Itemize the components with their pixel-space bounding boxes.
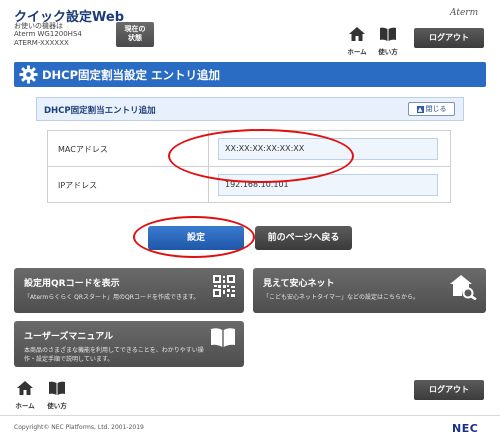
back-button[interactable]: 前のページへ戻る: [255, 226, 352, 250]
chevron-up-icon: ▲: [416, 105, 424, 113]
qr-tile-desc: 「Atermらくらく QRスタート」用のQRコードを作成できます。: [24, 294, 200, 301]
safe-tile-desc: 「こども安心ネットタイマー」などの設定はこちらから。: [263, 294, 420, 301]
page-title-bar: DHCP固定割当設定 エントリ追加: [14, 62, 486, 87]
section-title: DHCP固定割当エントリ追加: [44, 106, 156, 116]
safe-net-tile[interactable]: 見えて安心ネット 「こども安心ネットタイマー」などの設定はこちらから。: [253, 268, 486, 313]
footer-logout-button[interactable]: ログアウト: [414, 380, 484, 400]
header-home-label: ホーム: [347, 48, 367, 56]
mac-address-label: MACアドレス: [58, 145, 108, 154]
footer-manual-link[interactable]: 使い方: [44, 380, 70, 410]
page-title: DHCP固定割当設定 エントリ追加: [42, 68, 221, 82]
brand-logo: Aterm: [450, 8, 479, 18]
copyright-text: Copyright© NEC Platforms, Ltd. 2001-2019: [14, 424, 144, 431]
book-icon: [211, 328, 235, 347]
qr-code-icon: [213, 275, 235, 297]
header-manual-link[interactable]: 使い方: [375, 26, 401, 56]
device-model: Aterm WG1200HS4: [14, 30, 82, 38]
manual-tile-title: ユーザーズマニュアル: [24, 332, 114, 342]
footer-home-link[interactable]: ホーム: [12, 380, 38, 410]
device-id: ATERM-XXXXXX: [14, 39, 69, 47]
header: クイック設定Web お使いの機器は Aterm WG1200HS4 ATERM-…: [0, 0, 500, 56]
header-home-link[interactable]: ホーム: [344, 26, 370, 56]
footer-divider: [0, 415, 500, 416]
close-section-button[interactable]: ▲ 閉じる: [408, 102, 455, 116]
close-section-label: 閉じる: [425, 105, 447, 113]
user-manual-tile[interactable]: ユーザーズマニュアル 本商品のさまざまな機能を利用してできることを、わかりやすい…: [14, 321, 244, 367]
annotation-ellipse-mac: [168, 129, 354, 183]
book-icon: [380, 27, 396, 41]
nec-logo: NEC: [452, 422, 479, 435]
footer-home-label: ホーム: [15, 402, 35, 410]
safe-tile-title: 見えて安心ネット: [263, 279, 335, 289]
book-icon: [49, 381, 65, 395]
home-icon: [349, 27, 365, 41]
gear-icon: [19, 65, 38, 84]
annotation-ellipse-submit: [133, 216, 255, 258]
section-header: DHCP固定割当エントリ追加 ▲ 閉じる: [36, 97, 464, 121]
qr-code-tile[interactable]: 設定用QRコードを表示 「Atermらくらく QRスタート」用のQRコードを作成…: [14, 268, 244, 313]
manual-tile-desc: 本商品のさまざまな機能を利用してできることを、わかりやすい操 作・設定手順で説明…: [24, 346, 204, 364]
footer-manual-label: 使い方: [47, 402, 67, 410]
qr-tile-title: 設定用QRコードを表示: [24, 279, 120, 289]
home-search-icon: [450, 275, 477, 300]
header-logout-button[interactable]: ログアウト: [414, 28, 484, 48]
manual-tile-desc-line1: 本商品のさまざまな機能を利用してできることを、わかりやすい操: [24, 347, 204, 354]
current-status-button[interactable]: 現在の 状態: [116, 22, 154, 47]
home-icon: [17, 381, 33, 395]
ip-address-label: IPアドレス: [58, 181, 98, 190]
current-status-label: 現在の 状態: [124, 25, 146, 42]
manual-tile-desc-line2: 作・設定手順で説明しています。: [24, 356, 114, 363]
header-manual-label: 使い方: [378, 48, 398, 56]
